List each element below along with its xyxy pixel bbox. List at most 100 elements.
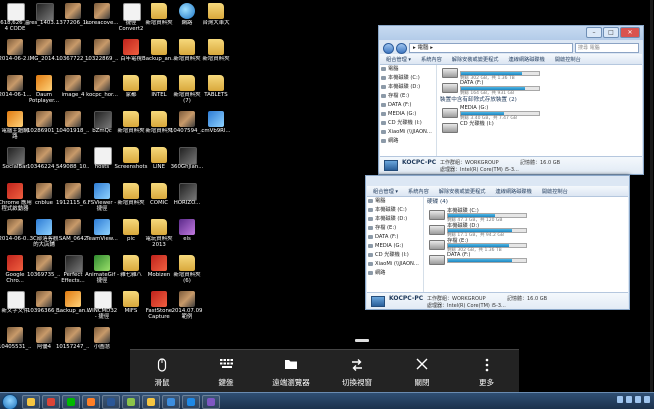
nav-item[interactable]: MEDIA (G:) <box>380 110 436 119</box>
desktop-icon[interactable]: 新增資料夾 <box>118 183 144 217</box>
tray-icon[interactable] <box>617 396 623 403</box>
desktop-icon[interactable]: 1912115_6... <box>56 183 90 217</box>
desktop-icon[interactable]: Backup_an... <box>56 291 90 325</box>
toolbar-item[interactable]: 系統內容 <box>408 188 429 195</box>
remote-browser-button[interactable]: 遠端瀏覽器 <box>258 350 324 394</box>
desktop-icon[interactable]: 10407594_... <box>170 111 204 145</box>
drive-item[interactable]: 存檔 (E:) 剩餘 302 GB，共 1.36 TB <box>425 237 628 253</box>
desktop-icon[interactable]: 新增資料夾 <box>203 39 229 73</box>
toolbar-item[interactable]: 系統內容 <box>421 56 442 63</box>
desktop-icon[interactable]: 3C部落客觀 的大店鋪 <box>30 219 58 253</box>
tray-icon[interactable] <box>635 396 641 403</box>
nav-item[interactable]: 存檔 (E:) <box>367 224 423 233</box>
desktop-icon[interactable]: 家都 <box>118 75 144 109</box>
desktop-icon[interactable]: 電玩資料夾 2013 <box>146 219 172 253</box>
desktop-icon[interactable]: 捷徑 Convert2 <box>118 3 144 37</box>
close-window-button[interactable]: ✕ <box>620 27 640 38</box>
desktop-icon[interactable]: FastStone Capture <box>146 291 172 325</box>
desktop-icon[interactable]: HORIZO... <box>174 183 200 217</box>
nav-item[interactable]: CD 光碟機 (I:) <box>367 251 423 260</box>
explorer-window-computer[interactable]: – □ ✕ ▸ 電腦 ▸ 搜尋 電腦 組合管理 ▾ 系統內容 解除安裝或變更程式 連線… <box>378 25 644 175</box>
close-button[interactable]: 關閉 <box>390 350 454 394</box>
desktop-icon[interactable]: 549088_10... <box>56 147 90 181</box>
desktop-icon[interactable]: bZmQc <box>89 111 115 145</box>
nav-item[interactable]: XiaoMi (\\JIAON... <box>380 128 436 137</box>
remote-scrollbar[interactable] <box>650 0 653 392</box>
desktop-icon[interactable]: 新文字文件 <box>2 291 28 325</box>
nav-item[interactable]: 電腦 <box>380 65 436 74</box>
address-bar[interactable]: ▸ 電腦 ▸ <box>409 43 573 53</box>
toolbar-item[interactable]: 連線網路磁碟機 <box>495 188 531 195</box>
desktop-icon[interactable]: 10346224_... <box>27 147 61 181</box>
search-input[interactable]: 搜尋 電腦 <box>575 43 639 53</box>
drive-item[interactable]: CD 光碟機 (I:) <box>438 120 642 135</box>
desktop-icon[interactable]: els <box>174 219 200 253</box>
toolbar-handle[interactable] <box>355 339 369 342</box>
desktop-icon[interactable]: 新增資料夾 <box>174 39 200 73</box>
drive-item[interactable]: DATA (F:) 剩餘 164 GB，共 931 GB <box>438 80 642 96</box>
window-titlebar[interactable]: – □ ✕ <box>379 26 643 40</box>
desktop-icon[interactable]: IMG_2014... <box>28 39 60 73</box>
taskbar-app-ie[interactable] <box>182 395 200 409</box>
keyboard-button[interactable]: 鍵盤 <box>194 350 258 394</box>
desktop-icon[interactable]: 10396366_... <box>27 291 61 325</box>
taskbar-app-screenshots[interactable] <box>142 395 160 409</box>
drive-item[interactable]: MEDIA (G:) 剩餘 3.40 GB，共 7.47 GB <box>438 105 642 121</box>
desktop-icon[interactable]: koreacove... <box>86 3 118 37</box>
desktop-icon[interactable]: 雜七雜八 <box>118 255 144 289</box>
desktop-icon[interactable]: 618,626 溫 4 CODE <box>0 3 30 37</box>
toolbar-item[interactable]: 開啟控制台 <box>555 56 581 63</box>
desktop-icon[interactable]: AnimateGif - 捷徑 <box>85 255 119 289</box>
desktop-icon[interactable]: INTEL <box>146 75 172 109</box>
desktop-icon[interactable]: 2014-06-2... <box>0 39 32 73</box>
desktop-icon[interactable]: image_4 <box>60 75 86 109</box>
taskbar-app-photo[interactable] <box>122 395 140 409</box>
desktop-icon[interactable]: 台灣大車大 <box>203 3 229 37</box>
tray-icon[interactable] <box>644 396 650 403</box>
desktop-icon[interactable]: 新增資料夾 (7) <box>174 75 200 109</box>
desktop-icon[interactable]: 2014-06-1... <box>0 75 32 109</box>
desktop-icon[interactable]: 小圖慧 <box>89 327 115 361</box>
desktop-icon[interactable]: Mobizen <box>146 255 172 289</box>
toolbar-item[interactable]: 連線網路磁碟機 <box>508 56 544 63</box>
desktop-icon[interactable]: 10322869_... <box>85 39 119 73</box>
desktop-icon[interactable]: SocialBar <box>2 147 28 181</box>
desktop-icon[interactable]: Perfect Effects... <box>60 255 86 289</box>
mouse-button[interactable]: 滑鼠 <box>130 350 194 394</box>
drive-item[interactable]: 本機磁碟 (C:) 剩餘 47.3 GB，共 120 GB <box>425 207 628 223</box>
minimize-button[interactable]: – <box>586 27 602 38</box>
taskbar-app-word[interactable] <box>102 395 120 409</box>
back-button[interactable] <box>383 42 394 54</box>
toolbar-item[interactable]: 組合管理 ▾ <box>386 56 411 63</box>
desktop-icon[interactable]: TABLETS <box>203 75 229 109</box>
nav-item[interactable]: CD 光碟機 (I:) <box>380 119 436 128</box>
desktop-icon[interactable]: Google Chro... <box>2 255 28 289</box>
nav-item[interactable]: MEDIA (G:) <box>367 242 423 251</box>
drive-item[interactable]: DATA (F:) <box>425 252 628 267</box>
more-button[interactable]: 更多 <box>454 350 519 394</box>
drive-item[interactable]: 剩餘 302 GB，共 1.36 TB <box>438 65 642 81</box>
desktop-icon[interactable]: 新增資料夾 (6) <box>174 255 200 289</box>
switch-view-button[interactable]: 切換視窗 <box>324 350 390 394</box>
taskbar-app-explorer[interactable] <box>22 395 40 409</box>
desktop-icon[interactable]: COMIC <box>146 183 172 217</box>
desktop-icon[interactable]: SAM_0642 <box>59 219 87 253</box>
taskbar-app-line[interactable] <box>62 395 80 409</box>
nav-item[interactable]: 本機磁碟 (C:) <box>367 206 423 215</box>
toolbar-item[interactable]: 解除安裝或變更程式 <box>439 188 486 195</box>
desktop-icon[interactable]: cnblue <box>31 183 57 217</box>
desktop-icon[interactable]: 新增資料夾 <box>118 111 144 145</box>
desktop-icon[interactable]: 360Ghjian... <box>171 147 203 181</box>
desktop-icon[interactable]: 2014.07.09 範例 <box>172 291 202 325</box>
desktop-icon[interactable]: Backup_an... <box>142 39 176 73</box>
desktop-icon[interactable]: res_1403... <box>29 3 59 37</box>
desktop-icon[interactable]: MIFS <box>118 291 144 325</box>
tray-icon[interactable] <box>626 396 632 403</box>
toolbar-item[interactable]: 開啟控制台 <box>542 188 568 195</box>
desktop-icon[interactable]: Daum Potplayer... <box>29 75 59 109</box>
nav-item[interactable]: DATA (F:) <box>380 101 436 110</box>
nav-item[interactable]: 網路 <box>380 137 436 146</box>
nav-item[interactable]: 本機磁碟 (C:) <box>380 74 436 83</box>
desktop-icon[interactable]: hosts <box>89 147 115 181</box>
desktop-icon[interactable]: 10157247_... <box>56 327 90 361</box>
